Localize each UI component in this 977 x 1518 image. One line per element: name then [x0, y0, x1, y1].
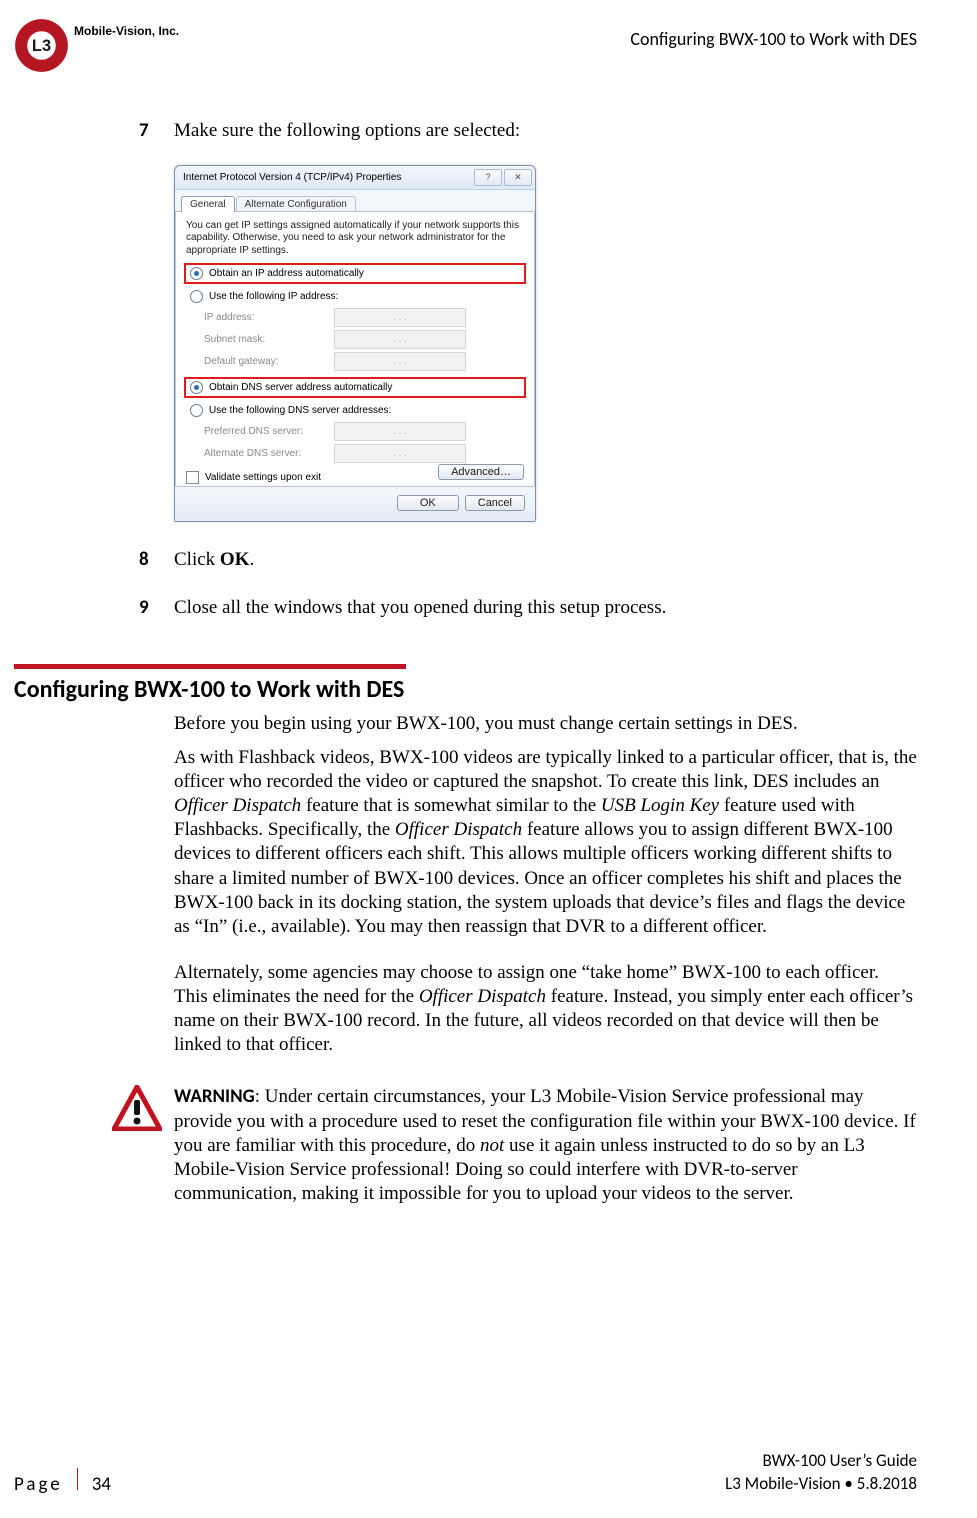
tab-alternate[interactable]: Alternate Configuration [236, 196, 356, 212]
warning-block: WARNING: Under certain circumstances, yo… [14, 1085, 917, 1206]
cancel-button[interactable]: Cancel [465, 495, 525, 511]
italic-term: USB Login Key [601, 795, 719, 816]
dialog-title: Internet Protocol Version 4 (TCP/IPv4) P… [183, 172, 401, 183]
para-text: As with Flashback videos, BWX-100 videos… [174, 747, 917, 792]
radio-icon [190, 404, 203, 417]
subnet-mask-input[interactable]: . . . [334, 330, 466, 349]
tab-general[interactable]: General [181, 196, 235, 212]
checkbox-icon [186, 471, 199, 484]
footer-guide-name: BWX-100 User’s Guide [725, 1450, 917, 1473]
radio-label: Use the following DNS server addresses: [209, 405, 391, 416]
field-label: Preferred DNS server: [186, 426, 334, 437]
body-paragraph: Alternately, some agencies may choose to… [174, 961, 917, 1058]
ip-address-input[interactable]: . . . [334, 308, 466, 327]
warning-text: WARNING: Under certain circumstances, yo… [174, 1085, 917, 1206]
logo-text: Mobile-Vision, Inc. [74, 24, 179, 38]
step-text-post: . [249, 549, 254, 570]
field-label: IP address: [186, 312, 334, 323]
footer-divider [77, 1468, 78, 1490]
step-number: 8 [139, 548, 174, 572]
radio-obtain-ip-auto[interactable]: Obtain an IP address automatically [184, 263, 526, 284]
header-section-title: Configuring BWX-100 to Work with DES [630, 28, 917, 50]
section-rule [14, 664, 406, 669]
radio-use-following-dns[interactable]: Use the following DNS server addresses: [186, 402, 524, 419]
dialog-titlebar: Internet Protocol Version 4 (TCP/IPv4) P… [175, 166, 535, 190]
radio-icon [190, 267, 203, 280]
step-text-pre: Click [174, 549, 220, 570]
ipv4-properties-dialog: Internet Protocol Version 4 (TCP/IPv4) P… [174, 165, 536, 523]
footer-page-number: 34 [92, 1473, 111, 1496]
step-number: 9 [139, 596, 174, 620]
footer-page-word: Page [14, 1473, 63, 1496]
tab-strip: General Alternate Configuration [175, 190, 535, 212]
warning-not: not [480, 1135, 504, 1156]
dialog-button-row: OK Cancel [175, 487, 535, 521]
alternate-dns-input[interactable]: . . . [334, 444, 466, 463]
step-text: Make sure the following options are sele… [174, 119, 917, 143]
radio-use-following-ip[interactable]: Use the following IP address: [186, 288, 524, 305]
footer-right: BWX-100 User’s Guide L3 Mobile-Vision • … [725, 1450, 917, 1496]
italic-term: Officer Dispatch [395, 819, 522, 840]
close-button[interactable]: ✕ [504, 169, 532, 186]
radio-label: Obtain DNS server address automatically [209, 382, 392, 393]
field-ip-address: IP address: . . . [186, 308, 524, 327]
para-text: feature that is somewhat similar to the [301, 795, 601, 816]
page-header: L3 Mobile-Vision, Inc. Configuring BWX-1… [14, 18, 917, 73]
dialog-description: You can get IP settings assigned automat… [186, 220, 524, 258]
radio-label: Obtain an IP address automatically [209, 268, 364, 279]
default-gateway-input[interactable]: . . . [334, 352, 466, 371]
field-preferred-dns: Preferred DNS server: . . . [186, 422, 524, 441]
tab-panel-general: You can get IP settings assigned automat… [175, 211, 535, 488]
warning-label: WARNING [174, 1085, 255, 1108]
preferred-dns-input[interactable]: . . . [334, 422, 466, 441]
section-title: Configuring BWX-100 to Work with DES [14, 675, 917, 704]
step-text-bold: OK [220, 549, 250, 570]
field-default-gateway: Default gateway: . . . [186, 352, 524, 371]
body-paragraph: As with Flashback videos, BWX-100 videos… [174, 746, 917, 939]
italic-term: Officer Dispatch [174, 795, 301, 816]
field-alternate-dns: Alternate DNS server: . . . [186, 444, 524, 463]
step-text: Close all the windows that you opened du… [174, 596, 917, 620]
field-label: Alternate DNS server: [186, 448, 334, 459]
radio-label: Use the following IP address: [209, 291, 338, 302]
field-subnet-mask: Subnet mask: . . . [186, 330, 524, 349]
svg-text:L3: L3 [32, 37, 51, 55]
radio-icon [190, 381, 203, 394]
footer-vendor-date: L3 Mobile-Vision • 5.8.2018 [725, 1473, 917, 1496]
ok-button[interactable]: OK [397, 495, 459, 511]
step-number: 7 [139, 119, 174, 143]
warning-icon [112, 1085, 162, 1131]
checkbox-label: Validate settings upon exit [205, 472, 321, 483]
step-text: Click OK. [174, 548, 917, 572]
help-button[interactable]: ? [474, 169, 502, 186]
logo-block: L3 Mobile-Vision, Inc. [14, 18, 179, 73]
section-heading-block: Configuring BWX-100 to Work with DES [14, 664, 917, 704]
radio-icon [190, 290, 203, 303]
radio-obtain-dns-auto[interactable]: Obtain DNS server address automatically [184, 377, 526, 398]
footer-left: Page 34 [14, 1468, 111, 1496]
field-label: Default gateway: [186, 356, 334, 367]
l3-logo-icon: L3 [14, 18, 69, 73]
page-footer: Page 34 BWX-100 User’s Guide L3 Mobile-V… [14, 1450, 917, 1496]
field-label: Subnet mask: [186, 334, 334, 345]
body-paragraph: Before you begin using your BWX-100, you… [174, 712, 917, 736]
advanced-button[interactable]: Advanced… [438, 464, 524, 480]
italic-term: Officer Dispatch [419, 986, 546, 1007]
